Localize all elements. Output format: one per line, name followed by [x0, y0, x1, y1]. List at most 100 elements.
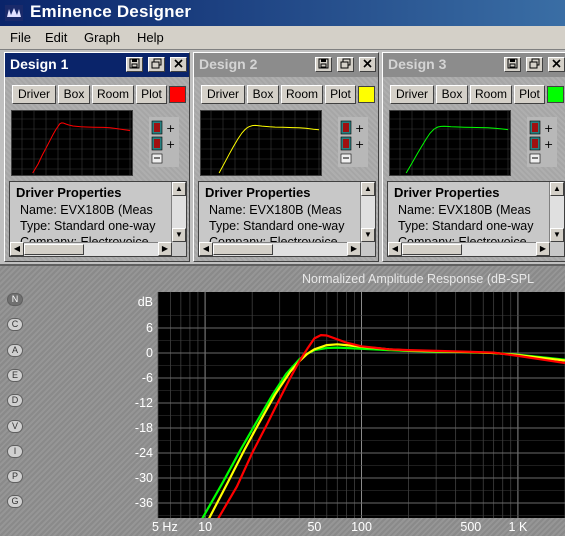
x-tick-label: 1 K — [509, 520, 528, 534]
close-design-button[interactable] — [548, 57, 565, 72]
driver-properties-box[interactable]: Driver Properties Name: EVX180B (Meas Ty… — [9, 181, 187, 257]
driver-properties-box[interactable]: Driver Properties Name: EVX180B (Meas Ty… — [387, 181, 565, 257]
mini-response-plot[interactable] — [200, 110, 322, 176]
scroll-right-arrow-icon[interactable]: ▶ — [536, 242, 550, 256]
panel-header[interactable]: Design 1 — [5, 53, 189, 77]
scroll-down-arrow-icon[interactable]: ▼ — [361, 228, 375, 242]
driver-name-line: Name: EVX180B (Meas — [398, 203, 531, 217]
speaker-terminal-icon[interactable]: + + — [527, 117, 557, 167]
close-design-button[interactable] — [170, 57, 187, 72]
plot-color-swatch[interactable] — [358, 86, 375, 103]
box-button[interactable]: Box — [58, 85, 90, 104]
restore-design-button[interactable] — [337, 57, 354, 72]
close-icon — [363, 59, 372, 68]
driver-type-line: Type: Standard one-way — [209, 219, 345, 233]
mini-response-plot[interactable] — [389, 110, 511, 176]
driver-properties-box[interactable]: Driver Properties Name: EVX180B (Meas Ty… — [198, 181, 376, 257]
panel-title: Design 3 — [388, 56, 447, 72]
graph-panel: Normalized Amplitude Response (dB-SPL NC… — [0, 264, 565, 536]
scroll-left-arrow-icon[interactable]: ◀ — [388, 242, 402, 256]
y-axis-label: dB — [138, 295, 153, 309]
x-tick-label: 500 — [460, 520, 481, 534]
driver-button[interactable]: Driver — [201, 85, 245, 104]
design-panel-1[interactable]: Design 1 Driver Box Room Plot + + Driver… — [4, 52, 190, 262]
menu-graph[interactable]: Graph — [84, 30, 120, 45]
speaker-terminal-icon[interactable]: + + — [149, 117, 179, 167]
scroll-up-arrow-icon[interactable]: ▲ — [550, 182, 564, 196]
room-button[interactable]: Room — [470, 85, 512, 104]
mini-plot-canvas — [390, 111, 510, 175]
svg-text:+: + — [544, 138, 553, 151]
menu-edit[interactable]: Edit — [45, 30, 67, 45]
driver-button[interactable]: Driver — [12, 85, 56, 104]
title-bar: Eminence Designer — [0, 0, 565, 26]
scroll-up-arrow-icon[interactable]: ▲ — [172, 182, 186, 196]
box-button[interactable]: Box — [436, 85, 468, 104]
driver-button[interactable]: Driver — [390, 85, 434, 104]
plot-button[interactable]: Plot — [136, 85, 167, 104]
svg-text:+: + — [166, 122, 175, 135]
x-tick-label: 100 — [351, 520, 372, 534]
menu-file[interactable]: File — [10, 30, 31, 45]
scroll-thumb[interactable] — [24, 244, 84, 255]
room-button[interactable]: Room — [281, 85, 323, 104]
scroll-left-arrow-icon[interactable]: ◀ — [10, 242, 24, 256]
panel-title: Design 2 — [199, 56, 258, 72]
panel-header[interactable]: Design 3 — [383, 53, 565, 77]
room-button[interactable]: Room — [92, 85, 134, 104]
driver-properties-heading: Driver Properties — [205, 185, 311, 200]
mini-plot-canvas — [12, 111, 132, 175]
speaker-terminal-icon[interactable]: + + — [338, 117, 368, 167]
mini-response-plot[interactable] — [11, 110, 133, 176]
properties-vertical-scrollbar[interactable]: ▲ ▼ — [549, 182, 564, 242]
restore-icon — [151, 58, 162, 69]
scroll-left-arrow-icon[interactable]: ◀ — [199, 242, 213, 256]
panel-title: Design 1 — [10, 56, 69, 72]
y-tick-label: -30 — [135, 471, 153, 485]
window-title: Eminence Designer — [30, 2, 192, 21]
save-design-button[interactable] — [504, 57, 521, 72]
save-design-button[interactable] — [315, 57, 332, 72]
plot-button[interactable]: Plot — [514, 85, 545, 104]
menu-help[interactable]: Help — [137, 30, 164, 45]
mini-response-line — [32, 122, 131, 174]
properties-horizontal-scrollbar[interactable]: ◀ ▶ — [388, 242, 550, 256]
save-icon — [507, 58, 518, 69]
restore-icon — [340, 58, 351, 69]
panel-header[interactable]: Design 2 — [194, 53, 378, 77]
plot-color-swatch[interactable] — [169, 86, 186, 103]
scroll-right-arrow-icon[interactable]: ▶ — [347, 242, 361, 256]
properties-vertical-scrollbar[interactable]: ▲ ▼ — [360, 182, 375, 242]
driver-type-line: Type: Standard one-way — [398, 219, 534, 233]
mini-response-line — [405, 125, 509, 174]
scroll-thumb[interactable] — [213, 244, 273, 255]
scroll-down-arrow-icon[interactable]: ▼ — [172, 228, 186, 242]
design-panel-2[interactable]: Design 2 Driver Box Room Plot + + Driver… — [193, 52, 379, 262]
box-button[interactable]: Box — [247, 85, 279, 104]
driver-type-line: Type: Standard one-way — [20, 219, 156, 233]
plot-button[interactable]: Plot — [325, 85, 356, 104]
y-tick-label: 0 — [146, 346, 153, 360]
properties-horizontal-scrollbar[interactable]: ◀ ▶ — [10, 242, 172, 256]
mini-plot-canvas — [201, 111, 321, 175]
restore-design-button[interactable] — [526, 57, 543, 72]
amplitude-response-chart[interactable]: dB 6 0 -6 -12 -18 -24 -30 -36 5 Hz 10 50 100 500 1 K — [0, 266, 565, 536]
properties-vertical-scrollbar[interactable]: ▲ ▼ — [171, 182, 186, 242]
restore-design-button[interactable] — [148, 57, 165, 72]
y-tick-label: 6 — [146, 321, 153, 335]
scroll-right-arrow-icon[interactable]: ▶ — [158, 242, 172, 256]
close-icon — [174, 59, 183, 68]
svg-text:+: + — [166, 138, 175, 151]
plot-color-swatch[interactable] — [547, 86, 564, 103]
y-tick-label: -6 — [142, 371, 153, 385]
scroll-up-arrow-icon[interactable]: ▲ — [361, 182, 375, 196]
x-tick-label: 50 — [307, 520, 321, 534]
save-design-button[interactable] — [126, 57, 143, 72]
close-design-button[interactable] — [359, 57, 376, 72]
properties-horizontal-scrollbar[interactable]: ◀ ▶ — [199, 242, 361, 256]
svg-text:+: + — [544, 122, 553, 135]
scroll-down-arrow-icon[interactable]: ▼ — [550, 228, 564, 242]
scroll-thumb[interactable] — [402, 244, 462, 255]
design-panel-3[interactable]: Design 3 Driver Box Room Plot + + Driver… — [382, 52, 565, 262]
x-tick-label: 5 Hz — [152, 520, 178, 534]
